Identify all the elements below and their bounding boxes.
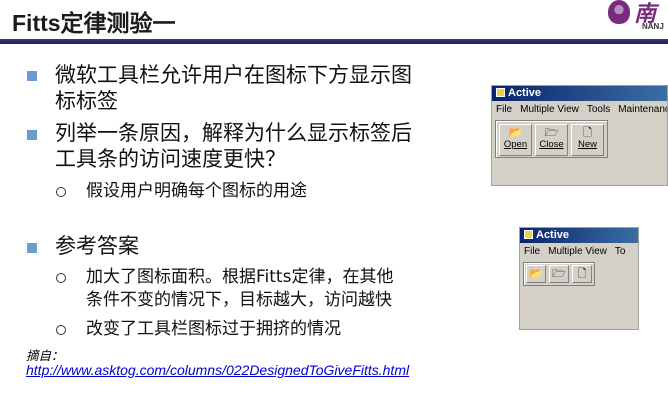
bullet-square-icon [27,243,37,253]
sub-bullet-1: 假设用户明确每个图标的用途 [86,181,307,201]
sub-bullet-circle-icon [56,273,66,283]
answer-1-line1: 加大了图标面积。根据Fitts定律，在其他 [86,267,394,287]
open-icon: 📂 [508,127,523,139]
menu-tools[interactable]: To [615,246,626,257]
new-label: New [577,139,597,150]
university-logo: 南 NANJ [608,0,668,36]
answer-heading: 参考答案 [55,234,139,258]
window-menubar: File Multiple View To [524,244,638,260]
toolbar-screenshot-labeled: Active File Multiple View Tools Maintenanc … [491,85,668,186]
slide-title: Fitts定律测验一 [12,10,176,36]
bullet-2-line1: 列举一条原因，解释为什么显示标签后 [55,121,412,145]
logo-subtext: NANJ [642,22,664,31]
window-titlebar: Active [492,86,667,101]
open-icon: 📂 [529,268,543,280]
open-button[interactable]: 📂 Open [499,124,532,156]
window-menubar: File Multiple View Tools Maintenanc [496,102,667,118]
new-icon: 🗋 [583,127,592,139]
bullet-1-line2: 标标签 [55,89,118,113]
close-icon: 🗁 [544,127,559,139]
toolbar-screenshot-unlabeled: Active File Multiple View To 📂 🗁 🗋 [519,227,639,330]
open-label: Open [503,139,528,150]
close-button[interactable]: 🗁 [549,265,569,283]
close-label: Close [539,139,564,150]
close-button[interactable]: 🗁 Close [535,124,568,156]
menu-tools[interactable]: Tools [587,104,610,115]
reference-link[interactable]: http://www.asktog.com/columns/022Designe… [26,362,409,378]
logo-emblem-icon [608,0,630,24]
menu-maintenance[interactable]: Maintenanc [618,104,667,115]
bullet-2-line2: 工具条的访问速度更快？ [55,147,286,171]
sub-bullet-circle-icon [56,187,66,197]
bullet-1-line1: 微软工具栏允许用户在图标下方显示图 [55,63,412,87]
app-icon [524,230,533,239]
close-icon: 🗁 [552,268,566,280]
open-button[interactable]: 📂 [526,265,546,283]
bullet-square-icon [27,130,37,140]
toolbar: 📂 🗁 🗋 [523,262,595,286]
answer-1-line2: 条件不变的情况下，目标越大，访问越快 [86,290,392,310]
menu-multiple-view[interactable]: Multiple View [520,104,579,115]
new-button[interactable]: 🗋 [572,265,592,283]
window-titlebar: Active [520,228,638,243]
title-rule [0,39,668,44]
menu-file[interactable]: File [524,246,540,257]
menu-file[interactable]: File [496,104,512,115]
sub-bullet-circle-icon [56,325,66,335]
app-icon [496,88,505,97]
menu-multiple-view[interactable]: Multiple View [548,246,607,257]
bullet-square-icon [27,71,37,81]
new-icon: 🗋 [577,268,587,280]
toolbar: 📂 Open 🗁 Close 🗋 New [495,120,608,158]
new-button[interactable]: 🗋 New [571,124,604,156]
answer-2: 改变了工具栏图标过于拥挤的情况 [86,319,341,339]
